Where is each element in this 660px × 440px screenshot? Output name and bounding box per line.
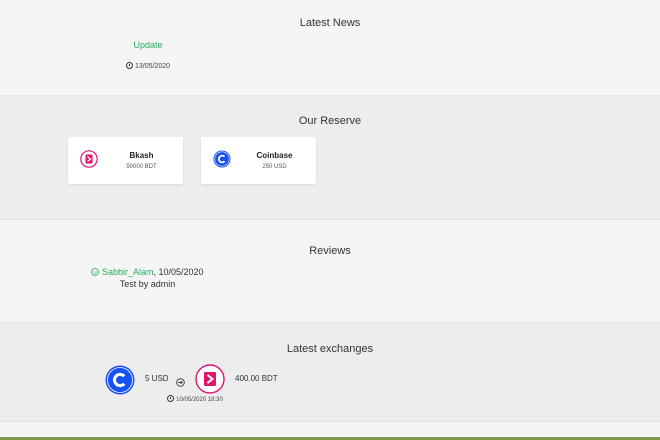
latest-news-section: Latest News Update 13/05/2020	[0, 0, 660, 96]
latest-exchanges-section: Latest exchanges 5 USD 400.00 BDT 10/05/…	[0, 323, 660, 422]
reserve-card-bkash: Bkash 50000 BDT	[68, 137, 183, 184]
reserve-amount: 50000 BDT	[126, 164, 157, 170]
exchange-date-text: 10/05/2020 18:30	[176, 397, 223, 403]
review-text: Test by admin	[119, 279, 176, 289]
review-user: Sabbir_Alam	[91, 267, 154, 277]
coinbase-icon	[213, 150, 231, 173]
reserve-amount: 250 USD	[262, 164, 287, 170]
reviews-title: Reviews	[309, 245, 351, 257]
exchange-to-amount: 400.00 BDT	[235, 374, 278, 383]
reserve-name: Bkash	[129, 151, 154, 160]
latest-exchanges-title: Latest exchanges	[286, 343, 374, 355]
clock-icon	[125, 62, 133, 69]
review-date: , 10/05/2020	[153, 267, 204, 277]
our-reserve-title: Our Reserve	[298, 115, 362, 127]
latest-news-title: Latest News	[299, 17, 361, 29]
smiley-icon	[91, 268, 100, 276]
bkash-icon	[80, 150, 98, 173]
coinbase-icon	[105, 365, 135, 400]
reserve-card-coinbase: Coinbase 250 USD	[201, 137, 316, 184]
clock-icon	[167, 395, 175, 402]
reserve-name: Coinbase	[256, 151, 293, 160]
bkash-icon	[195, 364, 225, 399]
review-username: Sabbir_Alam	[101, 267, 154, 277]
reviews-section: Reviews Sabbir_Alam, 10/05/2020 Test by …	[0, 220, 660, 323]
arrow-right-circle-icon	[176, 374, 185, 392]
exchange-date: 10/05/2020 18:30	[150, 395, 240, 403]
news-item-date: 13/05/2020	[108, 62, 188, 70]
review-header: Sabbir_Alam, 10/05/2020	[80, 267, 215, 277]
news-item-link[interactable]: Update	[118, 40, 178, 50]
our-reserve-section: Our Reserve Bkash 50000 BDT Coinbase 250…	[0, 96, 660, 220]
exchange-from-amount: 5 USD	[145, 374, 169, 383]
news-item-date-text: 13/05/2020	[134, 63, 171, 70]
